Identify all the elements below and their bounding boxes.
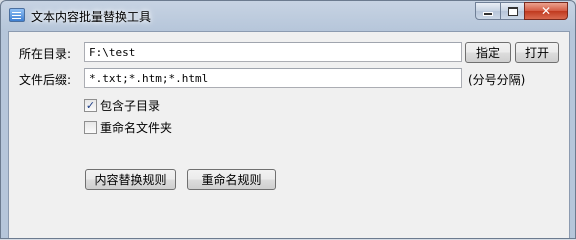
client-area: 所在目录: F:\test 指定 打开 文件后缀: *.txt;*.htm;*.… — [8, 31, 570, 238]
minimize-icon — [483, 12, 493, 16]
include-subdir-label: 包含子目录 — [100, 99, 161, 113]
close-icon: ✕ — [540, 4, 552, 18]
rename-folder-label: 重命名文件夹 — [100, 121, 173, 135]
maximize-button[interactable] — [500, 2, 525, 20]
window-title: 文本内容批量替换工具 — [31, 10, 152, 24]
extension-input[interactable]: *.txt;*.htm;*.html — [84, 68, 462, 88]
maximize-icon — [507, 6, 518, 16]
rename-folder-checkbox[interactable]: 重命名文件夹 — [84, 119, 172, 136]
title-bar[interactable]: 文本内容批量替换工具 ✕ — [1, 1, 575, 31]
app-window-icon — [9, 8, 25, 22]
close-button[interactable]: ✕ — [524, 2, 568, 20]
rename-rules-button[interactable]: 重命名规则 — [187, 169, 276, 190]
directory-input[interactable]: F:\test — [84, 42, 462, 62]
open-directory-button[interactable]: 打开 — [515, 42, 559, 63]
checkbox-checked-icon: ✓ — [84, 99, 97, 112]
set-directory-button[interactable]: 指定 — [465, 42, 511, 63]
app-window: 文本内容批量替换工具 ✕ 所在目录: F:\test 指定 打开 文件后缀: *… — [0, 0, 576, 239]
dir-label: 所在目录: — [19, 47, 72, 61]
minimize-button[interactable] — [475, 2, 501, 20]
checkbox-unchecked-icon — [84, 121, 97, 134]
ext-label: 文件后缀: — [19, 73, 72, 87]
content-rules-button[interactable]: 内容替换规则 — [85, 169, 176, 190]
ext-hint: (分号分隔) — [468, 73, 526, 87]
include-subdir-checkbox[interactable]: ✓ 包含子目录 — [84, 97, 160, 114]
